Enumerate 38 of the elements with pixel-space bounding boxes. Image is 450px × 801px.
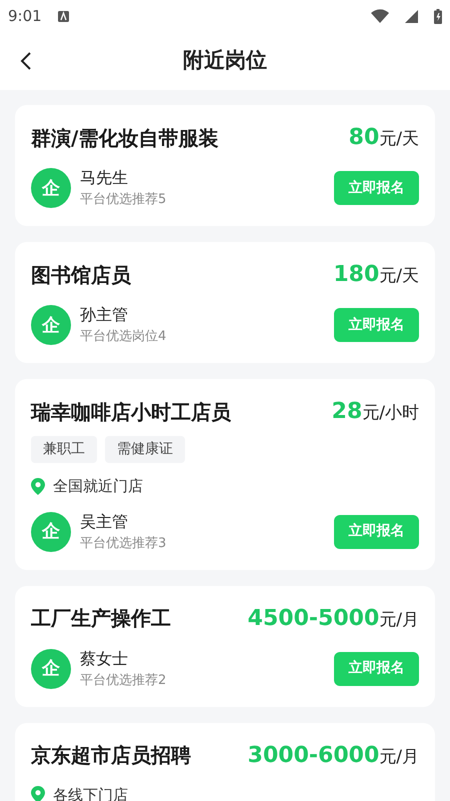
status-time: 9:01 (8, 6, 42, 27)
company-avatar: 企 (31, 512, 71, 552)
job-card[interactable]: 工厂生产操作工 4500-5000元/月 企 蔡女士 平台优选推荐2 立即报名 (15, 586, 435, 706)
wifi-icon (371, 9, 389, 23)
job-pay: 4500-5000元/月 (248, 604, 419, 632)
contact-name: 吴主管 (80, 510, 129, 532)
contact-note: 平台优选推荐2 (80, 672, 168, 690)
page-title: 附近岗位 (183, 47, 267, 74)
contact-name: 孙主管 (80, 304, 129, 326)
job-title: 图书馆店员 (31, 262, 131, 288)
contact-note: 平台优选推荐3 (80, 534, 168, 552)
job-title: 京东超市店员招聘 (31, 742, 191, 769)
job-pay: 3000-6000元/月 (248, 742, 419, 770)
job-title: 群演/需化妆自带服装 (31, 124, 218, 152)
job-pay: 28元/小时 (332, 398, 419, 426)
company-avatar: 企 (31, 648, 71, 688)
battery-icon (434, 8, 442, 24)
location-pin-icon (31, 786, 45, 801)
job-pay: 180元/天 (333, 261, 419, 289)
contact-name: 蔡女士 (80, 648, 129, 670)
contact-note: 平台优选推荐5 (80, 191, 168, 209)
job-card[interactable]: 群演/需化妆自带服装 80元/天 企 马先生 平台优选推荐5 立即报名 (15, 105, 435, 226)
location-text: 全国就近门店 (53, 476, 143, 497)
job-card[interactable]: 图书馆店员 180元/天 企 孙主管 平台优选岗位4 立即报名 (15, 242, 435, 363)
job-title: 瑞幸咖啡店小时工店员 (31, 398, 231, 426)
contact-name: 马先生 (80, 167, 129, 189)
job-tag: 兼职工 (31, 436, 97, 463)
company-avatar: 企 (31, 168, 71, 208)
job-card[interactable]: 瑞幸咖啡店小时工店员 28元/小时 兼职工 需健康证 全国就近门店 企 吴主管 平台优选推荐3 立即报名 (15, 379, 435, 570)
notification-icon (58, 10, 69, 22)
job-title: 工厂生产操作工 (31, 605, 171, 632)
contact-note: 平台优选岗位4 (80, 328, 168, 346)
job-tag: 需健康证 (105, 436, 185, 463)
location-pin-icon (31, 478, 45, 495)
job-pay: 80元/天 (348, 124, 419, 152)
back-icon[interactable] (20, 51, 32, 71)
signal-icon (405, 10, 418, 22)
company-avatar: 企 (31, 305, 71, 345)
